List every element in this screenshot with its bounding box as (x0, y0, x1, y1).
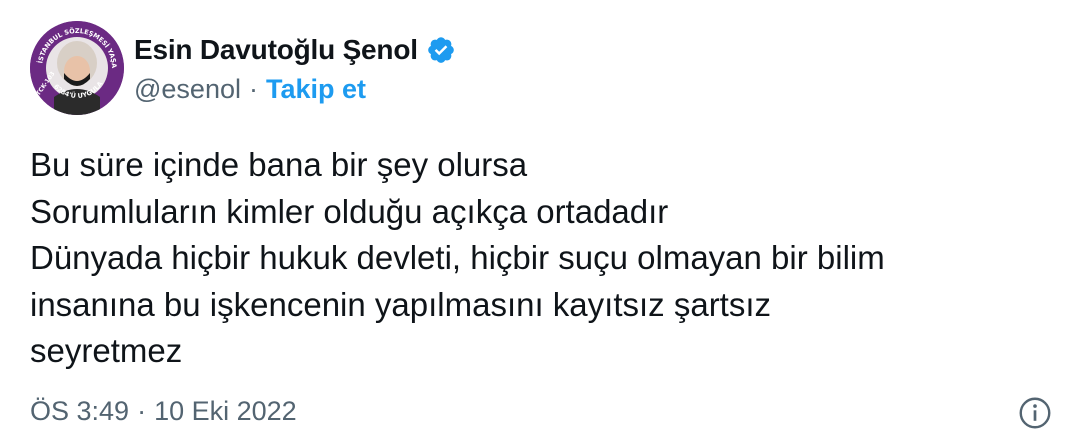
tweet-text: Bu süre içinde bana bir şey olursa Sorum… (30, 142, 1060, 375)
tweet-header: İSTANBUL SÖZLEŞMESİ YAŞATIR 6284'Ü UYGUL… (30, 21, 456, 115)
tweet-line: Sorumluların kimler olduğu açıkça ortada… (30, 192, 669, 230)
avatar-image: İSTANBUL SÖZLEŞMESİ YAŞATIR 6284'Ü UYGUL… (30, 21, 124, 115)
tweet-time[interactable]: ÖS 3:49 (30, 396, 129, 427)
tweet-line: Bu süre içinde bana bir şey olursa (30, 146, 528, 183)
name-row: Esin Davutoğlu Şenol (134, 32, 456, 68)
handle[interactable]: @esenol (134, 74, 241, 105)
avatar[interactable]: İSTANBUL SÖZLEŞMESİ YAŞATIR 6284'Ü UYGUL… (30, 21, 124, 115)
handle-separator: · (248, 73, 258, 104)
tweet-line: seyretmez (30, 332, 183, 369)
handle-row: @esenol · Takip et (134, 74, 456, 105)
author-info: Esin Davutoğlu Şenol @esenol · Takip et (134, 32, 456, 105)
tweet-date[interactable]: 10 Eki 2022 (154, 396, 297, 427)
timestamp-separator: · (137, 396, 147, 426)
display-name[interactable]: Esin Davutoğlu Şenol (134, 34, 418, 66)
tweet-line: Dünyada hiçbir hukuk devleti, hiçbir suç… (30, 239, 885, 276)
verified-badge-icon (426, 35, 456, 65)
tweet-card: İSTANBUL SÖZLEŞMESİ YAŞATIR 6284'Ü UYGUL… (0, 0, 1082, 444)
follow-button[interactable]: Takip et (266, 74, 366, 105)
tweet-timestamp[interactable]: ÖS 3:49 · 10 Eki 2022 (30, 396, 297, 427)
tweet-line: insanına bu işkencenin yapılmasını kayıt… (30, 285, 772, 323)
info-icon[interactable] (1017, 395, 1053, 431)
